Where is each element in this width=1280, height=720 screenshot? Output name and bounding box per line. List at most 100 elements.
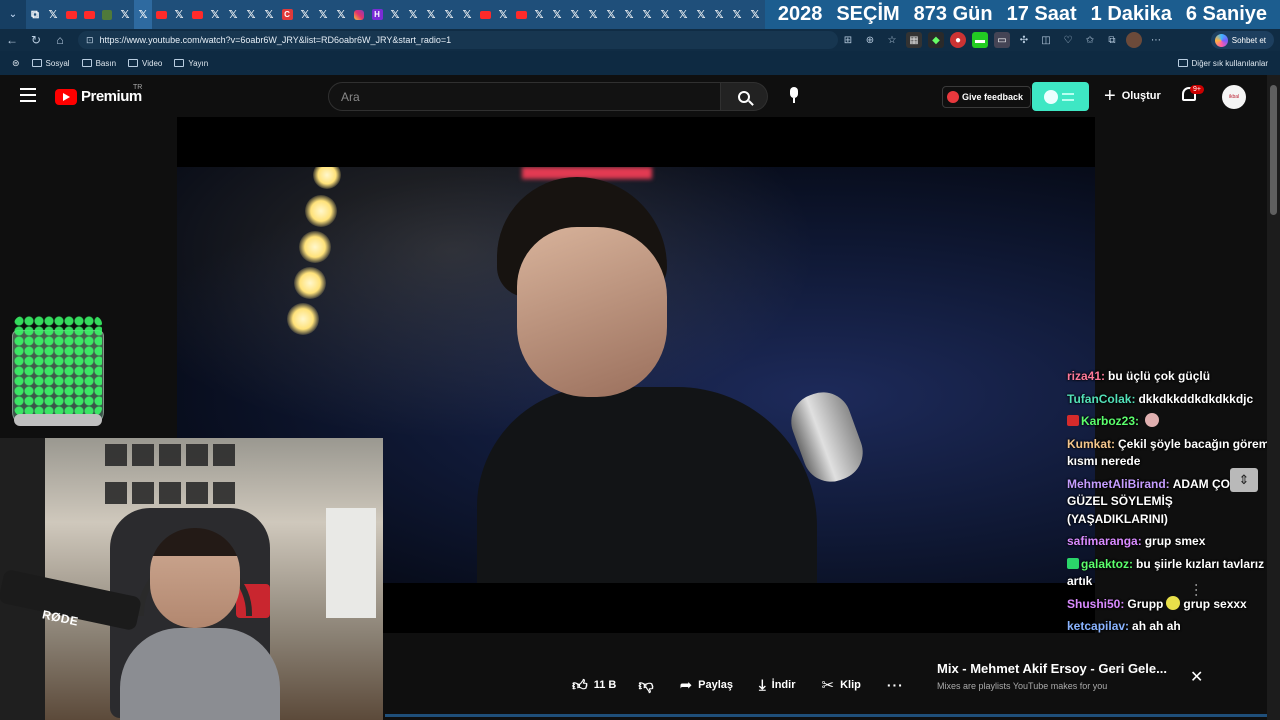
browser-tab[interactable]: 𝕏 <box>224 0 242 29</box>
close-playlist-icon[interactable]: ✕ <box>1190 667 1203 687</box>
folder-icon <box>81 59 92 67</box>
copilot-icon <box>1214 33 1228 47</box>
browser-tab[interactable]: 𝕏 <box>134 0 152 29</box>
browser-tab[interactable] <box>80 0 98 29</box>
home-button[interactable]: ⌂ <box>48 29 72 51</box>
extension-icon[interactable]: ● <box>950 32 966 48</box>
split-screen-icon[interactable]: ◫ <box>1038 32 1054 48</box>
browser-tab[interactable]: 𝕏 <box>584 0 602 29</box>
collections-icon[interactable]: ⧉ <box>1104 32 1120 48</box>
playlist-divider <box>385 714 1267 717</box>
browser-tab[interactable]: 𝕏 <box>440 0 458 29</box>
share-button[interactable]: ➦ Paylaş <box>680 672 733 698</box>
browser-tab[interactable] <box>512 0 530 29</box>
browser-tab[interactable]: 𝕏 <box>116 0 134 29</box>
browser-tab[interactable] <box>350 0 368 29</box>
browser-tab[interactable]: 𝕏 <box>620 0 638 29</box>
zoom-icon[interactable]: ⊕ <box>862 32 878 48</box>
favorite-star-icon[interactable]: ☆ <box>884 32 900 48</box>
browser-tab[interactable] <box>98 0 116 29</box>
voice-search-icon[interactable] <box>788 87 800 105</box>
browser-tab[interactable]: H <box>368 0 386 29</box>
browser-tab[interactable]: 𝕏 <box>170 0 188 29</box>
account-avatar[interactable]: ikbal <box>1222 85 1246 109</box>
bookmark-folder-video[interactable]: Video <box>128 59 162 68</box>
download-button[interactable]: ⤓ İndir <box>759 672 795 698</box>
chat-scroll-icon[interactable]: ⇕ <box>1230 468 1258 492</box>
browser-tab[interactable] <box>476 0 494 29</box>
browser-tab[interactable] <box>152 0 170 29</box>
browser-tab[interactable] <box>62 0 80 29</box>
browser-essentials-icon[interactable]: ♡ <box>1060 32 1076 48</box>
dislike-button[interactable]: 👎︎ <box>638 672 653 698</box>
extension-icon[interactable]: ▦ <box>906 32 922 48</box>
app-available-icon[interactable]: ⊞ <box>840 32 856 48</box>
browser-tab[interactable]: 𝕏 <box>548 0 566 29</box>
chat-username: riza41: <box>1067 369 1106 383</box>
workspaces-icon[interactable]: ⧉ <box>26 0 44 29</box>
browser-tab[interactable]: 𝕏 <box>638 0 656 29</box>
youtube-premium-logo[interactable]: Premium TR <box>55 84 142 105</box>
create-button[interactable]: + Oluştur <box>1104 85 1161 107</box>
browser-tab[interactable]: 𝕏 <box>602 0 620 29</box>
browser-tab[interactable]: 𝕏 <box>656 0 674 29</box>
like-button[interactable]: 👍︎ 11 B <box>572 672 616 698</box>
more-options-icon[interactable]: ⋯ <box>1148 32 1164 48</box>
bookmark-folder-yayin[interactable]: Yayın <box>174 59 208 68</box>
other-bookmarks-folder[interactable]: Diğer sık kullanılanlar <box>1177 51 1268 75</box>
x-icon: 𝕏 <box>750 8 760 21</box>
browser-tab[interactable]: C <box>278 0 296 29</box>
copilot-chat-button[interactable]: Sohbet et <box>1210 31 1274 49</box>
page-scrollbar[interactable] <box>1267 75 1280 720</box>
browser-tab[interactable]: 𝕏 <box>746 0 764 29</box>
favorites-icon[interactable]: ✩ <box>1082 32 1098 48</box>
browser-tab[interactable]: 𝕏 <box>494 0 512 29</box>
browser-tab[interactable]: 𝕏 <box>386 0 404 29</box>
browser-tab[interactable]: 𝕏 <box>260 0 278 29</box>
extension-icon[interactable]: ◆ <box>928 32 944 48</box>
give-feedback-button[interactable]: Give feedback <box>942 86 1032 108</box>
search-input[interactable] <box>328 82 721 111</box>
extension-icon[interactable]: ▬ <box>972 32 988 48</box>
extension-toolbar: ⊞ ⊕ ☆ ▦ ◆ ● ▬ ▭ ✣ ◫ ♡ ✩ ⧉ ⋯ <box>840 29 1164 51</box>
tab-actions-menu-button[interactable]: ⌄ <box>0 0 26 29</box>
browser-tab[interactable]: 𝕏 <box>692 0 710 29</box>
chat-text: Grupp <box>1127 596 1164 611</box>
browser-tab[interactable]: 𝕏 <box>530 0 548 29</box>
browser-tab[interactable]: 𝕏 <box>458 0 476 29</box>
browser-tab[interactable]: 𝕏 <box>206 0 224 29</box>
extension-icon[interactable]: ▭ <box>994 32 1010 48</box>
bookmark-label: Video <box>142 58 163 68</box>
search-button[interactable] <box>721 82 768 111</box>
more-actions-button[interactable]: ··· <box>887 672 904 698</box>
url-field[interactable]: ⊡ https://www.youtube.com/watch?v=6oabr6… <box>78 31 838 49</box>
site-info-icon[interactable]: ⊡ <box>86 35 94 46</box>
browser-tab[interactable]: 𝕏 <box>404 0 422 29</box>
browser-tab[interactable]: 𝕏 <box>728 0 746 29</box>
browser-tab[interactable] <box>188 0 206 29</box>
browser-tab[interactable]: 𝕏 <box>422 0 440 29</box>
plus-icon: + <box>1104 85 1116 107</box>
browser-tab[interactable]: 𝕏 <box>332 0 350 29</box>
extensions-puzzle-icon[interactable]: ✣ <box>1016 32 1032 48</box>
bookmarks-toggle-button[interactable]: ⊜ <box>12 58 20 69</box>
extension-overlay-button[interactable] <box>1032 82 1089 111</box>
browser-tab[interactable]: 𝕏 <box>242 0 260 29</box>
bookmark-folder-sosyal[interactable]: Sosyal <box>31 59 70 68</box>
browser-tab[interactable]: 𝕏 <box>674 0 692 29</box>
browser-tab[interactable]: 𝕏 <box>296 0 314 29</box>
bookmark-folder-basin[interactable]: Basın <box>81 59 116 68</box>
clip-button[interactable]: ✂ Klip <box>822 672 861 698</box>
browser-tab[interactable]: 𝕏 <box>44 0 62 29</box>
browser-tab[interactable]: 𝕏 <box>566 0 584 29</box>
browser-tab[interactable]: 𝕏 <box>710 0 728 29</box>
playlist-title[interactable]: Mix - Mehmet Akif Ersoy - Geri Gele... <box>937 661 1182 676</box>
scrollbar-thumb[interactable] <box>1270 85 1277 215</box>
chat-username: MehmetAliBirand: <box>1067 476 1170 491</box>
back-button[interactable]: ← <box>0 29 24 51</box>
refresh-button[interactable]: ↻ <box>24 29 48 51</box>
chat-badge-icon <box>1067 557 1079 569</box>
guide-menu-icon[interactable] <box>20 88 36 102</box>
profile-avatar-icon[interactable] <box>1126 32 1142 48</box>
browser-tab[interactable]: 𝕏 <box>314 0 332 29</box>
